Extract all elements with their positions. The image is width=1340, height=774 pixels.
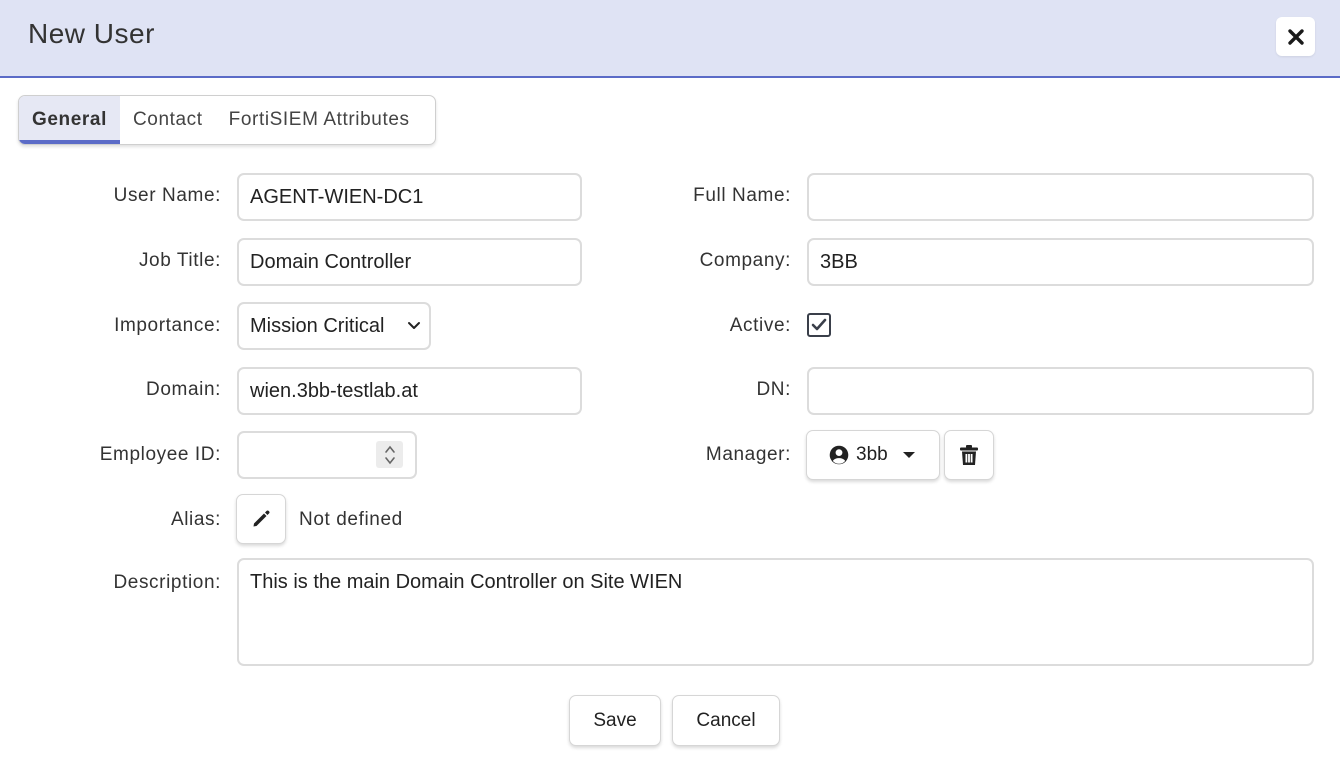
user-name-input[interactable]: AGENT-WIEN-DC1: [237, 173, 582, 221]
description-textarea[interactable]: This is the main Domain Controller on Si…: [237, 558, 1314, 666]
importance-select[interactable]: Mission Critical: [237, 302, 431, 350]
description-value: This is the main Domain Controller on Si…: [250, 571, 683, 593]
trash-icon: [960, 444, 978, 465]
tab-bar: General Contact FortiSIEM Attributes: [18, 95, 436, 145]
close-icon: [1287, 28, 1304, 45]
user-name-label: User Name:: [113, 185, 221, 206]
importance-label: Importance:: [114, 315, 221, 336]
cancel-button[interactable]: Cancel: [672, 695, 780, 746]
alias-value: Not defined: [299, 509, 403, 530]
manager-value: 3bb: [856, 444, 888, 465]
alias-label: Alias:: [170, 509, 221, 530]
active-checkbox[interactable]: [807, 313, 831, 337]
dn-input[interactable]: [807, 367, 1314, 415]
dn-label: DN:: [756, 379, 791, 400]
domain-input[interactable]: wien.3bb-testlab.at: [237, 367, 582, 415]
employee-id-spinner[interactable]: [376, 441, 403, 468]
caret-down-icon: [902, 452, 915, 458]
tab-fortisiem-attributes[interactable]: FortiSIEM Attributes: [216, 96, 423, 144]
tab-contact[interactable]: Contact: [120, 96, 216, 144]
employee-id-input[interactable]: [237, 431, 417, 479]
dialog-title: New User: [28, 18, 155, 49]
full-name-input[interactable]: [807, 173, 1314, 221]
spinner-arrows-icon: [384, 445, 395, 464]
dialog-header: New User: [0, 0, 1340, 78]
chevron-down-icon: [408, 322, 420, 329]
job-title-input[interactable]: Domain Controller: [237, 238, 582, 286]
manager-label: Manager:: [705, 444, 791, 465]
full-name-label: Full Name:: [693, 185, 791, 206]
company-label: Company:: [699, 250, 791, 271]
close-button[interactable]: [1276, 17, 1315, 56]
user-name-value: AGENT-WIEN-DC1: [250, 185, 424, 208]
active-label: Active:: [729, 315, 791, 336]
pencil-icon: [253, 510, 270, 527]
company-value: 3BB: [820, 250, 858, 273]
check-icon: [811, 318, 827, 331]
domain-label: Domain:: [146, 379, 221, 400]
manager-dropdown-button[interactable]: 3bb: [806, 430, 940, 480]
tab-general[interactable]: General: [19, 96, 120, 144]
job-title-value: Domain Controller: [250, 250, 412, 273]
remove-manager-button[interactable]: [944, 430, 994, 480]
domain-value: wien.3bb-testlab.at: [250, 379, 418, 402]
importance-value: Mission Critical: [250, 314, 385, 337]
save-button[interactable]: Save: [569, 695, 661, 746]
user-circle-icon: [829, 445, 849, 465]
company-input[interactable]: 3BB: [807, 238, 1314, 286]
edit-alias-button[interactable]: [236, 494, 286, 544]
job-title-label: Job Title:: [138, 250, 221, 271]
employee-id-label: Employee ID:: [99, 444, 221, 465]
description-label: Description:: [113, 572, 221, 593]
